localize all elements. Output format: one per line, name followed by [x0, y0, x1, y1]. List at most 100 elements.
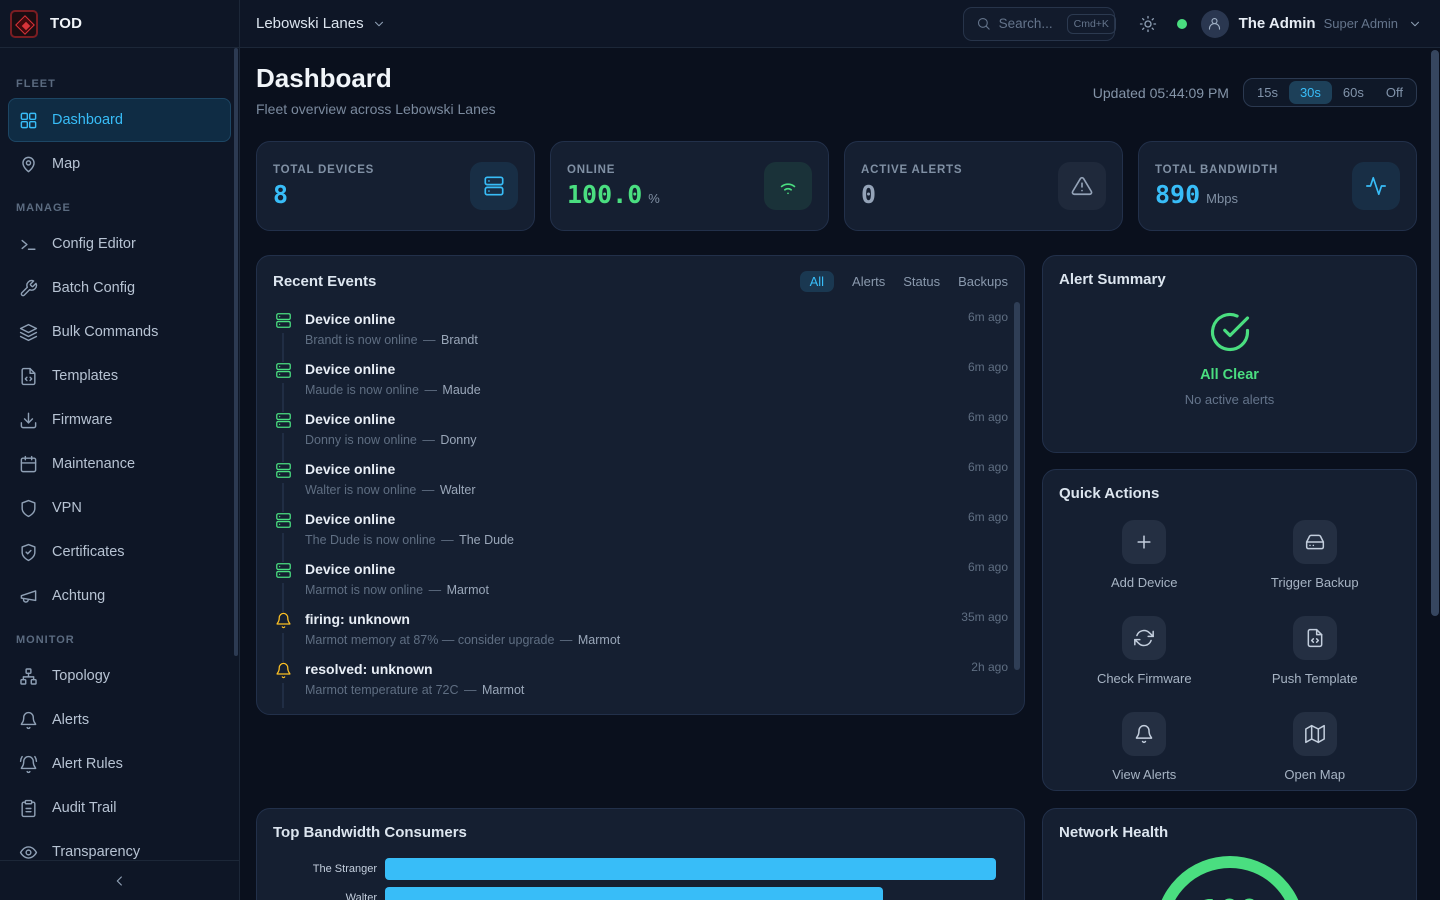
event-row-device-online[interactable]: Device onlineMarmot is now online — Marm…	[273, 560, 1008, 610]
sidebar-item-maintenance[interactable]: Maintenance	[8, 442, 231, 486]
events-filter-alerts[interactable]: Alerts	[852, 274, 885, 289]
sidebar-item-dashboard[interactable]: Dashboard	[8, 98, 231, 142]
bandwidth-chart-card: Top Bandwidth Consumers The StrangerWalt…	[256, 808, 1025, 900]
event-detail: Donny is now online — Donny	[305, 432, 956, 448]
alert-triangle-icon	[1071, 175, 1093, 197]
sidebar-scrollbar-thumb[interactable]	[234, 48, 238, 656]
quick-action-view-alerts[interactable]: View Alerts	[1059, 712, 1230, 782]
avatar[interactable]	[1201, 10, 1229, 38]
connection-status-dot	[1177, 19, 1187, 29]
shield-check-icon	[19, 543, 38, 562]
server-icon	[275, 462, 292, 479]
server-icon	[275, 412, 292, 429]
sidebar-item-label: Config Editor	[52, 236, 136, 252]
sidebar-item-map[interactable]: Map	[8, 142, 231, 186]
network-icon	[19, 667, 38, 686]
event-row-device-online[interactable]: Device onlineWalter is now online — Walt…	[273, 460, 1008, 510]
sidebar-item-alerts[interactable]: Alerts	[8, 698, 231, 742]
file-code-icon	[1305, 628, 1325, 648]
stat-label: TOTAL BANDWIDTH	[1155, 164, 1352, 176]
stat-value: 100.0	[567, 182, 642, 208]
sidebar-item-transparency[interactable]: Transparency	[8, 830, 231, 860]
bell-ring-icon	[19, 755, 38, 774]
refresh-option-off[interactable]: Off	[1375, 81, 1414, 104]
sidebar-item-achtung[interactable]: Achtung	[8, 574, 231, 618]
event-time: 6m ago	[968, 310, 1008, 360]
sidebar-section-label-monitor: MONITOR	[16, 634, 223, 646]
sidebar-item-firmware[interactable]: Firmware	[8, 398, 231, 442]
event-time: 6m ago	[968, 410, 1008, 460]
quick-actions-title: Quick Actions	[1059, 485, 1159, 502]
event-detail: Maude is now online — Maude	[305, 382, 956, 398]
server-icon	[275, 312, 292, 329]
events-filter-backups[interactable]: Backups	[958, 274, 1008, 289]
sidebar-collapse-button[interactable]	[0, 860, 239, 900]
sidebar-item-label: Maintenance	[52, 456, 135, 472]
sidebar-item-bulk-commands[interactable]: Bulk Commands	[8, 310, 231, 354]
timeline-connector	[282, 533, 284, 562]
sidebar-item-topology[interactable]: Topology	[8, 654, 231, 698]
layers-icon	[19, 323, 38, 342]
events-filter-status[interactable]: Status	[903, 274, 940, 289]
sidebar-item-label: Topology	[52, 668, 110, 684]
sun-icon[interactable]	[1139, 15, 1157, 33]
eye-icon	[19, 843, 38, 861]
search-box[interactable]: Cmd+K	[963, 7, 1115, 41]
sidebar-item-certificates[interactable]: Certificates	[8, 530, 231, 574]
quick-action-open-map[interactable]: Open Map	[1230, 712, 1401, 782]
stat-card-active-alerts: ACTIVE ALERTS0	[844, 141, 1123, 231]
event-time: 6m ago	[968, 460, 1008, 510]
alert-summary-title: Alert Summary	[1059, 271, 1166, 288]
sidebar-item-label: Templates	[52, 368, 118, 384]
quick-action-add-device[interactable]: Add Device	[1059, 520, 1230, 590]
sidebar-item-label: Firmware	[52, 412, 112, 428]
event-title: Device online	[305, 410, 956, 429]
quick-action-trigger-backup[interactable]: Trigger Backup	[1230, 520, 1401, 590]
event-row-resolved-unknown[interactable]: resolved: unknownMarmot temperature at 7…	[273, 660, 1008, 708]
sidebar-item-batch-config[interactable]: Batch Config	[8, 266, 231, 310]
stat-value: 0	[861, 182, 876, 208]
server-icon	[275, 512, 292, 529]
events-filter-all[interactable]: All	[800, 271, 834, 292]
refresh-option-15s[interactable]: 15s	[1246, 81, 1289, 104]
sidebar-item-label: VPN	[52, 500, 82, 516]
check-circle-icon	[1209, 311, 1251, 353]
sidebar-item-templates[interactable]: Templates	[8, 354, 231, 398]
user-menu-chevron-icon[interactable]	[1408, 17, 1422, 31]
event-row-device-online[interactable]: Device onlineMaude is now online — Maude…	[273, 360, 1008, 410]
download-icon	[19, 411, 38, 430]
plus-icon	[1134, 532, 1154, 552]
event-time: 2h ago	[971, 660, 1008, 708]
shield-icon	[19, 499, 38, 518]
sidebar-item-config-editor[interactable]: Config Editor	[8, 222, 231, 266]
page-header: Dashboard Fleet overview across Lebowski…	[256, 62, 1417, 117]
search-icon	[976, 16, 991, 31]
org-switcher[interactable]: Lebowski Lanes	[256, 15, 386, 32]
map-icon	[1305, 724, 1325, 744]
bell-icon	[1134, 724, 1154, 744]
refresh-option-30s[interactable]: 30s	[1289, 81, 1332, 104]
quick-action-check-firmware[interactable]: Check Firmware	[1059, 616, 1230, 686]
topbar-right: Cmd+K The Admin Super Admin	[963, 7, 1440, 41]
search-input[interactable]	[999, 16, 1059, 31]
sidebar-item-label: Achtung	[52, 588, 105, 604]
event-row-device-online[interactable]: Device online Donny is now online — Donny…	[273, 410, 1008, 460]
stat-value: 890	[1155, 182, 1200, 208]
stat-card-total-devices: TOTAL DEVICES8	[256, 141, 535, 231]
sidebar-item-audit-trail[interactable]: Audit Trail	[8, 786, 231, 830]
event-row-device-online[interactable]: Device onlineBrandt is now online — Bran…	[273, 310, 1008, 360]
clipboard-icon	[19, 799, 38, 818]
page-scrollbar-thumb[interactable]	[1431, 50, 1439, 616]
calendar-icon	[19, 455, 38, 474]
refresh-option-60s[interactable]: 60s	[1332, 81, 1375, 104]
app-logo-text: TOD	[50, 15, 82, 32]
events-scrollbar-thumb[interactable]	[1014, 302, 1020, 670]
event-row-device-online[interactable]: Device onlineThe Dude is now online — Th…	[273, 510, 1008, 560]
event-row-firing-unknown[interactable]: firing: unknownMarmot memory at 87% — co…	[273, 610, 1008, 660]
sidebar: FLEETDashboardMapMANAGEConfig EditorBatc…	[0, 48, 240, 900]
sidebar-item-alert-rules[interactable]: Alert Rules	[8, 742, 231, 786]
quick-action-push-template[interactable]: Push Template	[1230, 616, 1401, 686]
sidebar-item-vpn[interactable]: VPN	[8, 486, 231, 530]
app-logo-icon	[10, 10, 38, 38]
event-detail: Marmot is now online — Marmot	[305, 582, 956, 598]
